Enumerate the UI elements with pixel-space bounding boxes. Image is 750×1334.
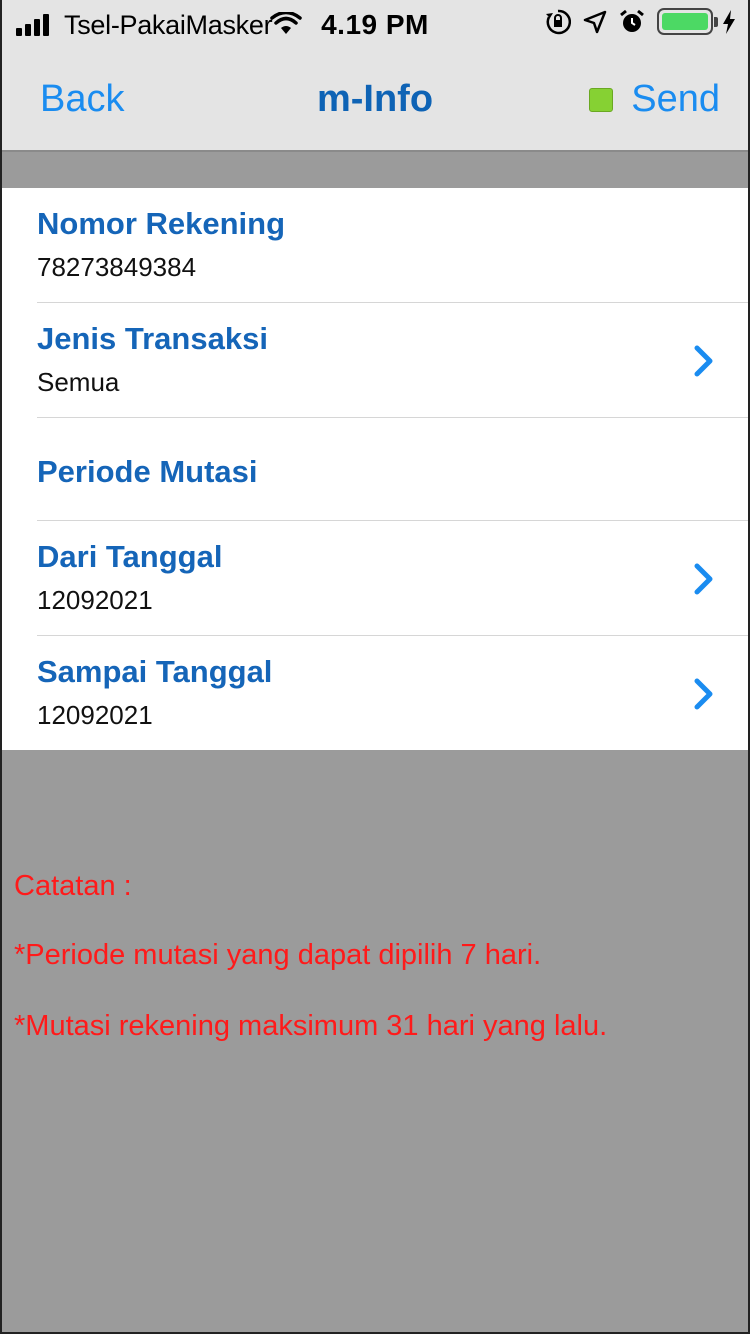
row-title: Jenis Transaksi	[37, 321, 268, 356]
mutation-form: Nomor Rekening 78273849384 Jenis Transak…	[2, 188, 748, 750]
transaction-type-value: Semua	[37, 367, 120, 397]
chevron-right-icon	[694, 563, 713, 595]
account-number-value: 78273849384	[37, 252, 197, 282]
section-title: Periode Mutasi	[37, 454, 258, 489]
to-date-row[interactable]: Sampai Tanggal 12092021	[37, 636, 748, 750]
chevron-right-icon	[694, 345, 713, 377]
note-line: *Mutasi rekening maksimum 31 hari yang l…	[14, 1010, 608, 1042]
notes-title: Catatan :	[14, 870, 132, 902]
send-label: Send	[631, 78, 720, 120]
send-button[interactable]: Send	[589, 78, 720, 121]
mutation-period-header: Periode Mutasi	[37, 418, 748, 521]
account-number-row: Nomor Rekening 78273849384	[37, 188, 748, 303]
row-title: Nomor Rekening	[37, 206, 286, 241]
transaction-type-row[interactable]: Jenis Transaksi Semua	[37, 303, 748, 418]
app-screen: Tsel-PakaiMasker 4.19 PM Back m-Info Sen…	[0, 0, 750, 1334]
navigation-bar: Back m-Info Send	[2, 50, 748, 152]
chevron-right-icon	[694, 678, 713, 710]
notes-section: Catatan : *Periode mutasi yang dapat dip…	[14, 870, 734, 1081]
battery-icon	[657, 8, 736, 35]
from-date-value: 12092021	[37, 585, 153, 615]
to-date-value: 12092021	[37, 700, 153, 730]
status-icons	[545, 8, 736, 35]
charging-bolt-icon	[723, 9, 735, 34]
rotation-lock-icon	[546, 9, 571, 34]
send-status-indicator	[589, 87, 614, 112]
status-bar: Tsel-PakaiMasker 4.19 PM	[2, 0, 748, 50]
row-title: Dari Tanggal	[37, 539, 223, 574]
location-icon	[583, 10, 607, 33]
row-title: Sampai Tanggal	[37, 654, 273, 689]
note-line: *Periode mutasi yang dapat dipilih 7 har…	[14, 939, 542, 971]
alarm-icon	[620, 9, 644, 32]
from-date-row[interactable]: Dari Tanggal 12092021	[37, 521, 748, 636]
